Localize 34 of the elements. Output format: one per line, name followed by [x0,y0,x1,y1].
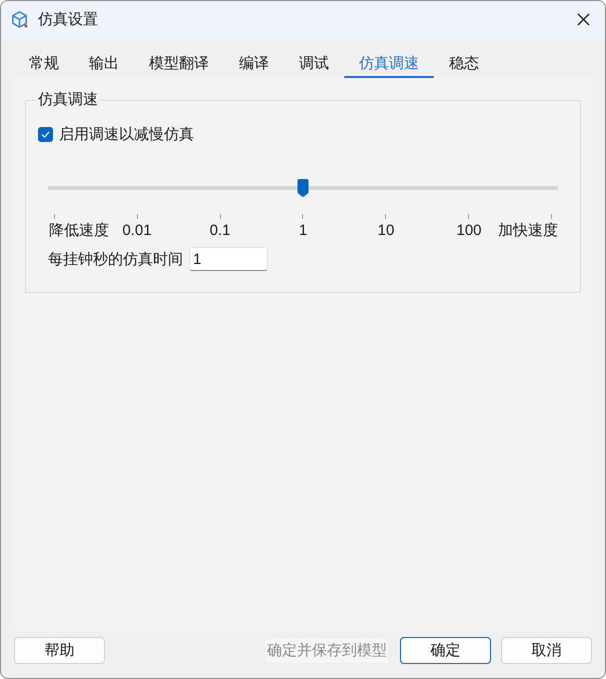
dialog-button[interactable]: 帮助 [14,637,105,664]
scale-label: 10 [378,222,394,240]
cube-icon [10,10,29,29]
tick-mark-icon [302,214,304,219]
tab[interactable]: 稳态 [434,50,494,78]
checkbox[interactable] [38,126,53,142]
tab[interactable]: 编译 [224,50,284,78]
tick-mark-icon [136,214,138,219]
window-title: 仿真设置 [38,10,98,29]
checkbox-label: 启用调速以减慢仿真 [59,124,194,144]
scale-label: 1 [298,222,308,240]
tab[interactable]: 输出 [74,50,134,78]
tick-mark-icon [385,214,386,219]
scale-label: 0.1 [210,222,230,240]
tick-mark-icon [54,214,55,219]
close-icon [576,13,590,26]
scale-label: 100 [456,222,482,240]
check-icon [41,130,50,138]
sim-time-field[interactable]: 1 [189,247,268,271]
scale-label: 0.01 [122,222,152,240]
tab[interactable]: 常规 [14,50,74,78]
dialog-button[interactable]: 取消 [501,637,592,664]
dialog-button[interactable]: 确定 [400,637,491,664]
slider-thumb[interactable] [298,179,308,197]
tab[interactable]: 调试 [284,50,344,78]
tick-mark-icon [468,214,470,219]
field-label: 每挂钟秒的仿真时间 [48,250,183,268]
group-title: 仿真调速 [37,90,99,110]
scale-label: 加快速度 [498,222,558,240]
tick-mark-icon [220,214,221,219]
scale-label: 降低速度 [49,222,109,240]
tab[interactable]: 仿真调速 [344,50,434,78]
tab[interactable]: 模型翻译 [134,50,224,78]
tick-mark-icon [550,214,552,219]
